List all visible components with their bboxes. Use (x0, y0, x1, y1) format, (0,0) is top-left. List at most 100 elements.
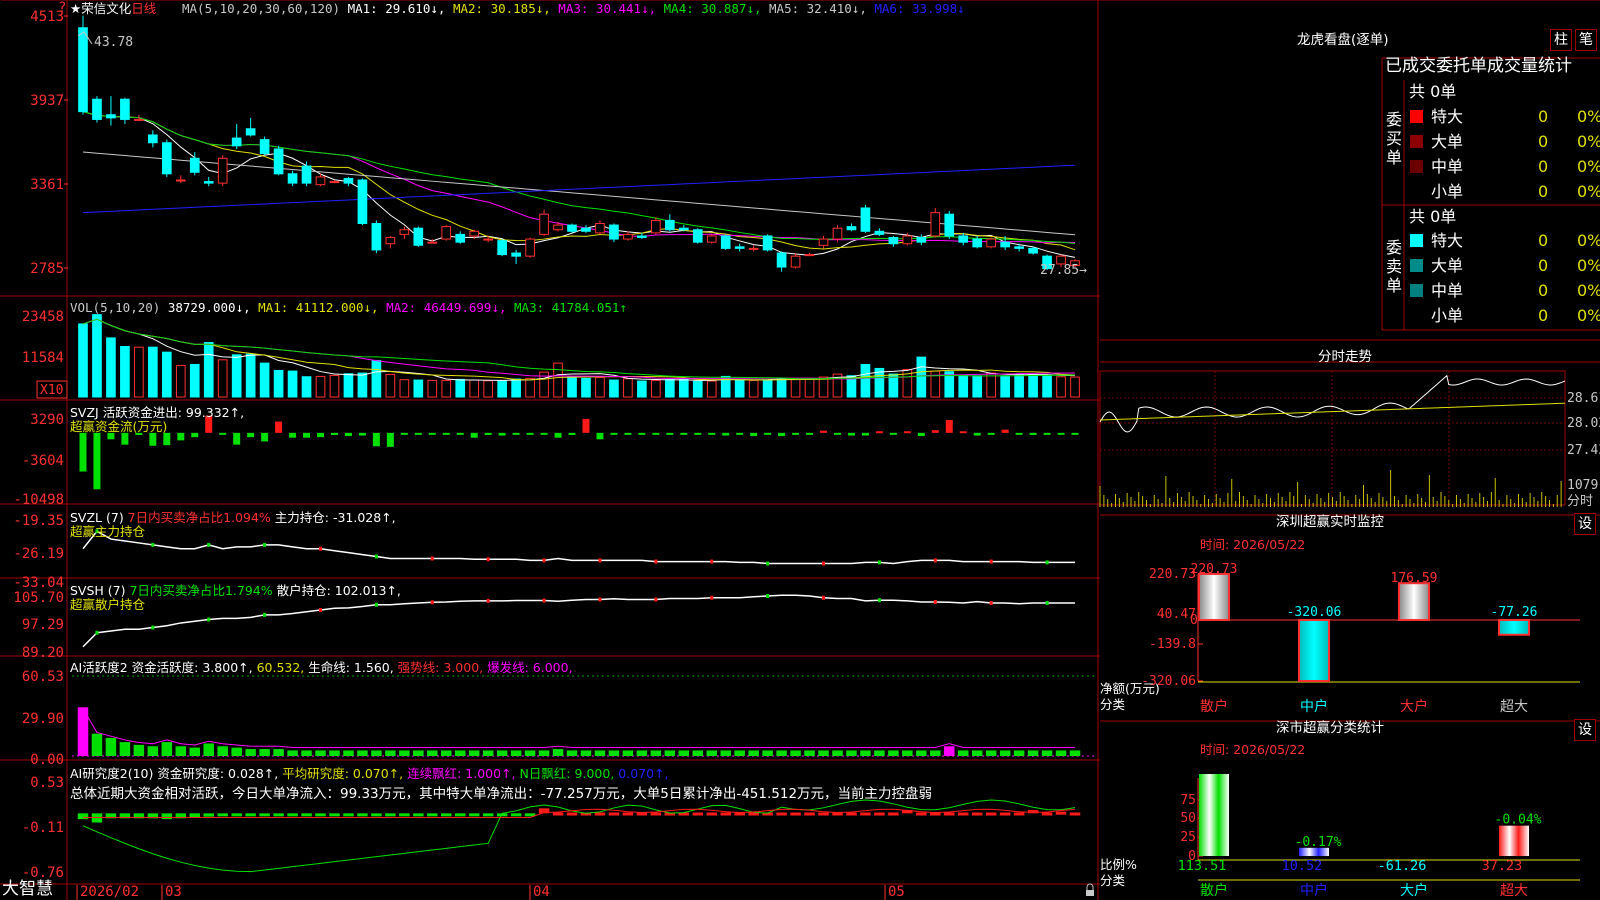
buy-row-小单: 小单 0 0% (1410, 182, 1600, 202)
candle (623, 233, 633, 240)
fund-flow-bar (149, 432, 157, 446)
legend-item: 主力持仓: -31.028↑, (274, 510, 396, 525)
bar-mode-button[interactable]: 柱 (1550, 29, 1572, 51)
chart-canvas[interactable]: 451339373361278543.7827.85→2345811584X10… (0, 0, 1600, 900)
row-pct: 0% (1577, 306, 1600, 325)
research-bar (566, 812, 578, 816)
research-bar (692, 812, 704, 816)
candle (776, 252, 787, 268)
sell-color-swatch (1410, 234, 1423, 247)
fund-flow-bar (428, 432, 436, 435)
row-count: 0 (1538, 157, 1549, 176)
fund-flow-bar (806, 432, 814, 435)
legend-item: AI研究度2(10) (70, 766, 158, 781)
row-label: 小单 (1431, 306, 1464, 325)
star-icon: ★ (70, 1, 82, 16)
volume-bar (259, 362, 270, 398)
candle (692, 229, 703, 243)
legend-item: SVZJ 活跃资金进出: 99.332↑, (70, 405, 245, 420)
fund-flow-bar (177, 432, 185, 441)
holding-marker (319, 546, 323, 551)
legend-item: VOL(5,10,20) (70, 300, 168, 315)
research-bar (971, 812, 983, 816)
candle (301, 165, 312, 184)
candle (189, 157, 200, 173)
activity-bar (524, 750, 536, 756)
fund-flow-bar (931, 430, 939, 433)
row-count: 0 (1538, 231, 1549, 250)
period-label[interactable]: 日线 (131, 1, 156, 16)
tick-mode-button[interactable]: 笔 (1575, 29, 1597, 51)
volume-bar (1070, 376, 1080, 398)
sell-color-swatch (1410, 284, 1423, 297)
candle (148, 134, 158, 144)
class-settings-button[interactable]: 设 (1574, 719, 1596, 741)
monitor-bar (1198, 573, 1230, 621)
y-tick-label: -10498 (13, 492, 64, 508)
buy-color-swatch (1410, 185, 1423, 198)
research-bar (776, 812, 787, 816)
holding-marker (374, 554, 378, 559)
activity-bar (930, 750, 941, 756)
brand-logo[interactable]: 大智慧 (2, 879, 53, 899)
class-category-label: 中户 (1300, 882, 1328, 899)
row-pct: 0% (1577, 256, 1600, 275)
row-count: 0 (1538, 281, 1549, 300)
volume-bar (609, 379, 619, 398)
fund-flow-bar (959, 431, 967, 434)
y-tick-label: -0.11 (22, 820, 64, 836)
holding-marker (151, 625, 155, 630)
research-bar (1055, 811, 1067, 815)
candle (790, 255, 801, 268)
holding-marker (207, 617, 211, 622)
holding-marker (933, 558, 937, 563)
fund-flow-bar (1001, 429, 1009, 433)
activity-bar (217, 746, 228, 756)
candle (1000, 241, 1010, 248)
date-label: 2026/02 (80, 884, 139, 900)
candle (441, 226, 452, 240)
fund-flow-bar (875, 431, 883, 434)
row-count: 0 (1538, 182, 1549, 201)
legend-item: MA3: 41784.051↑ (514, 300, 627, 315)
candle (664, 219, 675, 231)
stock-name[interactable]: 荣信文化 (81, 1, 131, 16)
fund-flow-bar (554, 432, 562, 438)
fund-flow-bar (624, 432, 632, 435)
activity-bar (846, 750, 857, 756)
research-bar (161, 813, 173, 820)
class-category-label: 散户 (1200, 882, 1228, 899)
net-label: 净额(万元) (1100, 681, 1160, 696)
fund-flow-bar (736, 432, 744, 435)
lock-icon (1086, 883, 1094, 896)
class-pct-label: -0.04% (1495, 813, 1542, 828)
activity-bar (105, 737, 117, 756)
intraday-tick: 28.61 (1567, 391, 1600, 406)
fund-flow-bar (722, 432, 730, 436)
volume-bar (329, 374, 340, 398)
legend-item: 7日内买卖净占比1.094% (127, 510, 275, 525)
candle (902, 235, 913, 245)
fund-flow-bar (456, 432, 464, 435)
lock-shackle (1086, 883, 1094, 890)
activity-bar (175, 746, 187, 756)
fund-flow-bar (568, 432, 576, 436)
fund-flow-bar (1029, 432, 1037, 436)
candle (986, 238, 997, 248)
activity-bar (566, 750, 578, 756)
candle (329, 181, 340, 184)
buy-color-swatch (1410, 160, 1423, 173)
monitor-settings-button[interactable]: 设 (1574, 513, 1596, 535)
holding-marker (822, 561, 826, 566)
y-tick-label: 11584 (22, 350, 64, 366)
activity-bar (231, 747, 242, 756)
candle (734, 246, 745, 249)
volume-bar (692, 380, 703, 398)
sell-row-大单: 大单 0 0% (1410, 256, 1600, 276)
class-value-label: 113.51 (1178, 858, 1227, 874)
volume-bar (175, 364, 186, 398)
activity-bar (413, 750, 424, 756)
research-bar (818, 812, 829, 816)
candle (553, 224, 563, 231)
research-bar (301, 813, 312, 817)
